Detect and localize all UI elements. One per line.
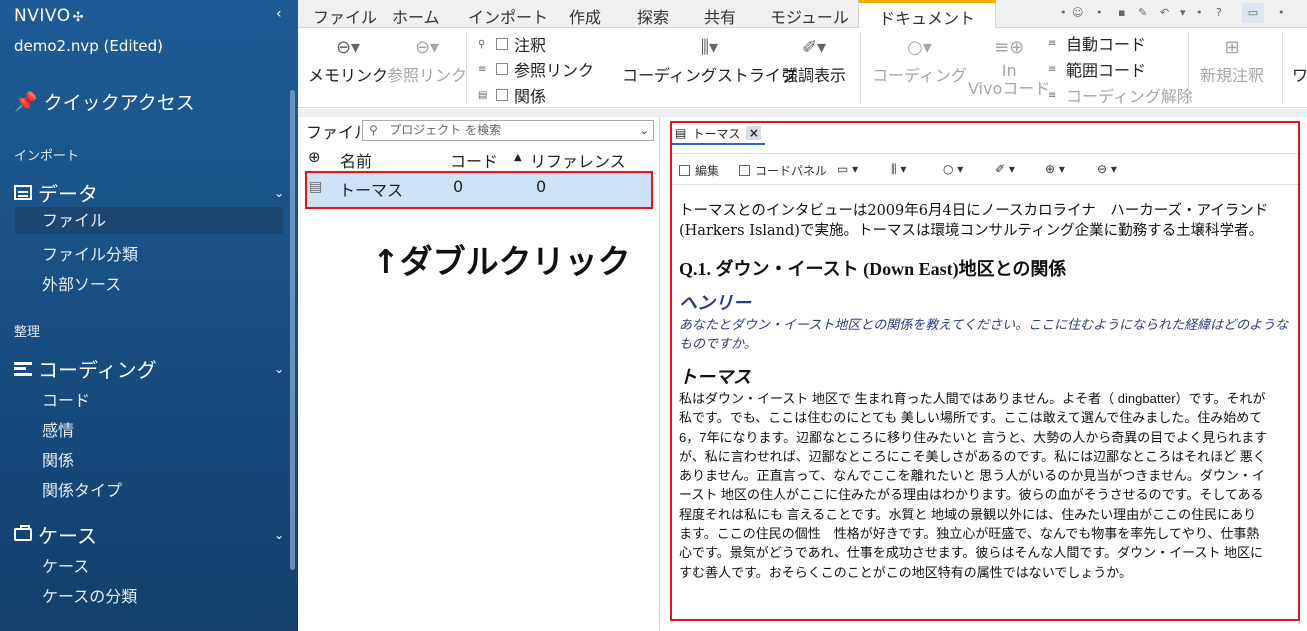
- tab-import[interactable]: インポート: [468, 4, 548, 28]
- range-code-button[interactable]: ≡ 範囲コード: [1048, 57, 1146, 81]
- column-name[interactable]: 名前: [340, 148, 372, 172]
- checkbox[interactable]: [496, 38, 508, 50]
- customize-icon[interactable]: ▾: [1180, 6, 1186, 19]
- uncode-icon: ≡: [1048, 89, 1057, 101]
- sidebar-item-sentiment[interactable]: 感情: [42, 417, 74, 441]
- stripes-icon: ⫼▾: [700, 37, 719, 58]
- pin-icon: 📌: [14, 91, 38, 113]
- ribbon-separator: [466, 32, 467, 104]
- checkbox[interactable]: [496, 89, 508, 101]
- tab-create[interactable]: 作成: [569, 4, 601, 28]
- tab-share[interactable]: 共有: [704, 4, 736, 28]
- new-annotation-button[interactable]: ⊞ 新規注釈: [1200, 34, 1264, 86]
- ribbon-tabs: ファイル ホーム インポート 作成 探索 共有 モジュール ドキュメント • ☺…: [298, 0, 1307, 29]
- tab-document[interactable]: ドキュメント: [858, 0, 996, 29]
- chevron-down-icon[interactable]: ⌄: [274, 186, 284, 200]
- sidebar-item-externals[interactable]: 外部ソース: [42, 271, 121, 295]
- list-header: ⊕ 名前 コード ▲ リファレンス: [306, 148, 656, 172]
- tab-modules[interactable]: モジュール: [770, 4, 849, 28]
- tab-explore[interactable]: 探索: [637, 4, 669, 28]
- sidebar-item-case-classifications[interactable]: ケースの分類: [42, 583, 137, 607]
- instruction-annotation: ↑ダブルクリック: [372, 242, 631, 281]
- highlight-box: [305, 171, 653, 209]
- project-name: demo2.nvp (Edited): [14, 37, 164, 55]
- search-icon: ⚲: [369, 123, 378, 137]
- auto-code-button[interactable]: ≡ 自動コード: [1048, 31, 1146, 55]
- data-icon: [14, 185, 32, 200]
- navigation-sidebar: NVIVO ✣ ‹ demo2.nvp (Edited) 📌 クイックアクセス イン…: [0, 0, 298, 631]
- group-data[interactable]: データ ⌄: [14, 178, 284, 207]
- coding-icon: [14, 361, 32, 376]
- sidebar-item-relationships[interactable]: 関係: [42, 447, 74, 471]
- cases-icon: [14, 525, 32, 541]
- section-import: インポート: [14, 149, 80, 164]
- memo-link-button[interactable]: ⊖▾ メモリンク: [308, 34, 388, 86]
- document-detail-pane: ▤ トーマス × 編集 コードパネル ▭ ▾ ⫼ ▾ ○ ▾ ✐ ▾ ⊕ ▾ ⊖…: [661, 117, 1307, 631]
- highlight-button[interactable]: ✐▾ 強調表示: [782, 34, 846, 86]
- more-icon[interactable]: •: [1060, 6, 1067, 19]
- tab-file[interactable]: ファイル: [313, 4, 377, 28]
- nvivo-logo: NVIVO ✣: [14, 6, 84, 26]
- ribbon-separator: [1282, 32, 1283, 104]
- tab-home[interactable]: ホーム: [392, 4, 440, 28]
- ribbon-divider: [298, 109, 1307, 117]
- more-icon[interactable]: •: [1196, 6, 1203, 19]
- coding-stripes-button[interactable]: ⫼▾ コーディングストライプ: [622, 34, 797, 86]
- in-vivo-button[interactable]: ≡⊕ In Vivoコード: [968, 34, 1050, 98]
- search-input[interactable]: ⚲ プロジェクト を検索 ⌄: [362, 120, 654, 141]
- link-icon: ⊖▾: [414, 37, 440, 58]
- circle-icon: ○▾: [907, 37, 932, 58]
- list-title: ファイル: [306, 123, 371, 142]
- search-placeholder: プロジェクト を検索: [389, 123, 502, 137]
- chat-icon[interactable]: ▭: [1242, 3, 1264, 23]
- sidebar-item-codes[interactable]: コード: [42, 387, 90, 411]
- quick-access[interactable]: 📌 クイックアクセス: [14, 88, 195, 115]
- sidebar-item-relationship-types[interactable]: 関係タイプ: [42, 477, 122, 501]
- search-icon: ⚲: [478, 38, 486, 50]
- chevron-down-icon[interactable]: ⌄: [274, 362, 284, 376]
- chevron-down-icon[interactable]: ⌄: [640, 121, 649, 140]
- edit-icon[interactable]: ✎: [1138, 6, 1147, 19]
- collapse-sidebar-icon[interactable]: ‹: [276, 6, 282, 22]
- ribbon-panel: ⊖▾ メモリンク ⊖▾ 参照リンク ⚲ 注釈 ≡ 参照リンク ▤ 関係 ⫼▾ コーディングス…: [298, 28, 1307, 108]
- column-references[interactable]: リファレンス: [530, 148, 626, 172]
- see-also-links-checkbox[interactable]: ≡ 参照リンク: [478, 57, 594, 81]
- highlighter-icon: ✐▾: [801, 37, 827, 58]
- uncode-button[interactable]: ≡ コーディング解除: [1048, 83, 1193, 107]
- group-coding[interactable]: コーディング ⌄: [14, 354, 284, 383]
- annotations-checkbox[interactable]: ⚲ 注釈: [478, 32, 546, 56]
- ribbon-separator: [1188, 32, 1189, 104]
- checkbox[interactable]: [496, 63, 508, 75]
- column-codes[interactable]: コード: [450, 148, 498, 172]
- coding-button[interactable]: ○▾ コーディング: [872, 34, 967, 86]
- sort-asc-icon[interactable]: ▲: [514, 152, 522, 163]
- add-column-icon[interactable]: ⊕: [308, 148, 321, 166]
- sidebar-item-cases[interactable]: ケース: [42, 553, 89, 577]
- range-code-icon: ≡: [1048, 63, 1057, 75]
- auto-code-icon: ≡: [1048, 37, 1057, 49]
- chevron-down-icon[interactable]: ⌄: [274, 528, 284, 542]
- section-organize: 整理: [14, 325, 41, 340]
- more-icon[interactable]: •: [1278, 6, 1285, 19]
- table-icon: ▤: [478, 89, 488, 101]
- add-note-icon: ⊞: [1224, 37, 1240, 58]
- sidebar-item-files[interactable]: ファイル: [15, 207, 283, 234]
- list-icon: ≡: [478, 63, 487, 75]
- undo-icon[interactable]: ↶: [1160, 6, 1169, 19]
- in-vivo-icon: ≡⊕: [994, 37, 1025, 58]
- overflow-button[interactable]: ワ: [1292, 62, 1307, 86]
- account-icon[interactable]: ☺: [1072, 6, 1083, 19]
- link-icon: ⊖▾: [335, 37, 361, 58]
- group-cases[interactable]: ケース ⌄: [14, 520, 284, 549]
- sidebar-item-file-classifications[interactable]: ファイル分類: [42, 241, 138, 265]
- ribbon-separator: [860, 32, 861, 104]
- save-icon[interactable]: ▪: [1118, 6, 1125, 19]
- file-list-pane: ファイル ⚲ プロジェクト を検索 ⌄ ⊕ 名前 コード ▲ リファレンス ▤ …: [298, 117, 660, 631]
- more-icon[interactable]: •: [1096, 6, 1103, 19]
- see-also-link-button[interactable]: ⊖▾ 参照リンク: [387, 34, 467, 86]
- help-icon[interactable]: ?: [1216, 6, 1222, 19]
- relations-checkbox[interactable]: ▤ 関係: [478, 83, 546, 107]
- highlight-box: [670, 121, 1300, 621]
- sidebar-scrollbar[interactable]: [290, 90, 295, 570]
